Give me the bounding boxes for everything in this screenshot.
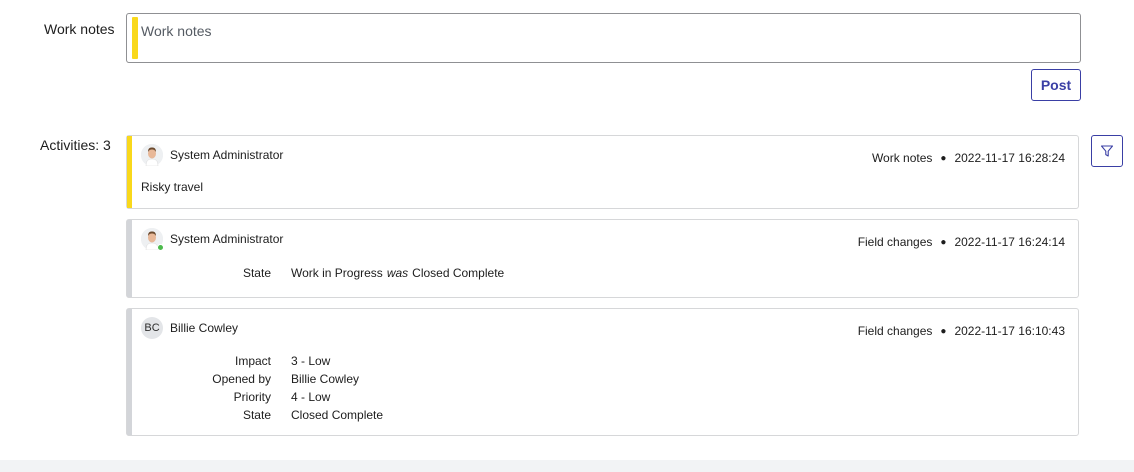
- work-note-text: Risky travel: [141, 180, 204, 194]
- filter-icon: [1100, 145, 1114, 157]
- activity-timestamp: 2022-11-17 16:28:24: [954, 151, 1065, 165]
- work-note-stripe: [127, 136, 132, 208]
- activity-author: System Administrator: [170, 148, 284, 162]
- activity-timestamp: 2022-11-17 16:24:14: [954, 235, 1065, 249]
- avatar: BC: [141, 317, 163, 339]
- field-name: State: [242, 266, 271, 280]
- bullet-separator: ●: [940, 325, 947, 337]
- activities-count-label: Activities: 3: [40, 137, 111, 153]
- post-button[interactable]: Post: [1031, 69, 1081, 101]
- field-change-stripe: [127, 220, 132, 297]
- was-label: was: [386, 266, 409, 280]
- activity-entry-work-note: System Administrator Work notes ● 2022-1…: [126, 135, 1079, 209]
- avatar: [141, 228, 164, 251]
- avatar: [141, 144, 163, 167]
- field-change-row: Opened by Billie Cowley: [127, 372, 1078, 390]
- field-change-row: State Work in Progress was Closed Complete: [127, 266, 1078, 284]
- work-notes-indicator: [132, 17, 138, 59]
- bullet-separator: ●: [940, 152, 947, 164]
- field-name: Impact: [234, 354, 271, 368]
- activity-type: Field changes: [857, 235, 933, 249]
- field-value: Work in Progress was Closed Complete: [291, 266, 504, 280]
- field-value: Billie Cowley: [291, 372, 360, 386]
- field-change-row: Priority 4 - Low: [127, 390, 1078, 408]
- activity-author: System Administrator: [170, 232, 284, 246]
- online-status-indicator: [157, 244, 164, 251]
- field-value: 4 - Low: [291, 390, 331, 404]
- activity-filter-button[interactable]: [1091, 135, 1123, 167]
- activity-author: Billie Cowley: [170, 321, 239, 335]
- user-photo-icon: [141, 144, 163, 167]
- field-name: State: [242, 408, 271, 422]
- activity-type: Field changes: [857, 324, 933, 338]
- field-value: 3 - Low: [291, 354, 331, 368]
- activity-timestamp: 2022-11-17 16:10:43: [954, 324, 1065, 338]
- work-notes-label: Work notes: [44, 21, 115, 37]
- field-change-row: State Closed Complete: [127, 408, 1078, 426]
- work-notes-placeholder: Work notes: [141, 23, 212, 39]
- bullet-separator: ●: [940, 236, 947, 248]
- field-previous-value: Closed Complete: [412, 266, 505, 280]
- activity-type: Work notes: [871, 151, 933, 165]
- activity-entry-field-change: BC Billie Cowley Field changes ● 2022-11…: [126, 308, 1079, 436]
- field-value: Closed Complete: [291, 408, 384, 422]
- field-new-value: Work in Progress: [291, 266, 383, 280]
- work-notes-field[interactable]: Work notes: [126, 13, 1081, 63]
- field-change-row: Impact 3 - Low: [127, 354, 1078, 372]
- field-name: Priority: [233, 390, 271, 404]
- activity-entry-field-change: System Administrator Field changes ● 202…: [126, 219, 1079, 298]
- field-name: Opened by: [212, 372, 271, 386]
- page-footer-band: [0, 460, 1134, 472]
